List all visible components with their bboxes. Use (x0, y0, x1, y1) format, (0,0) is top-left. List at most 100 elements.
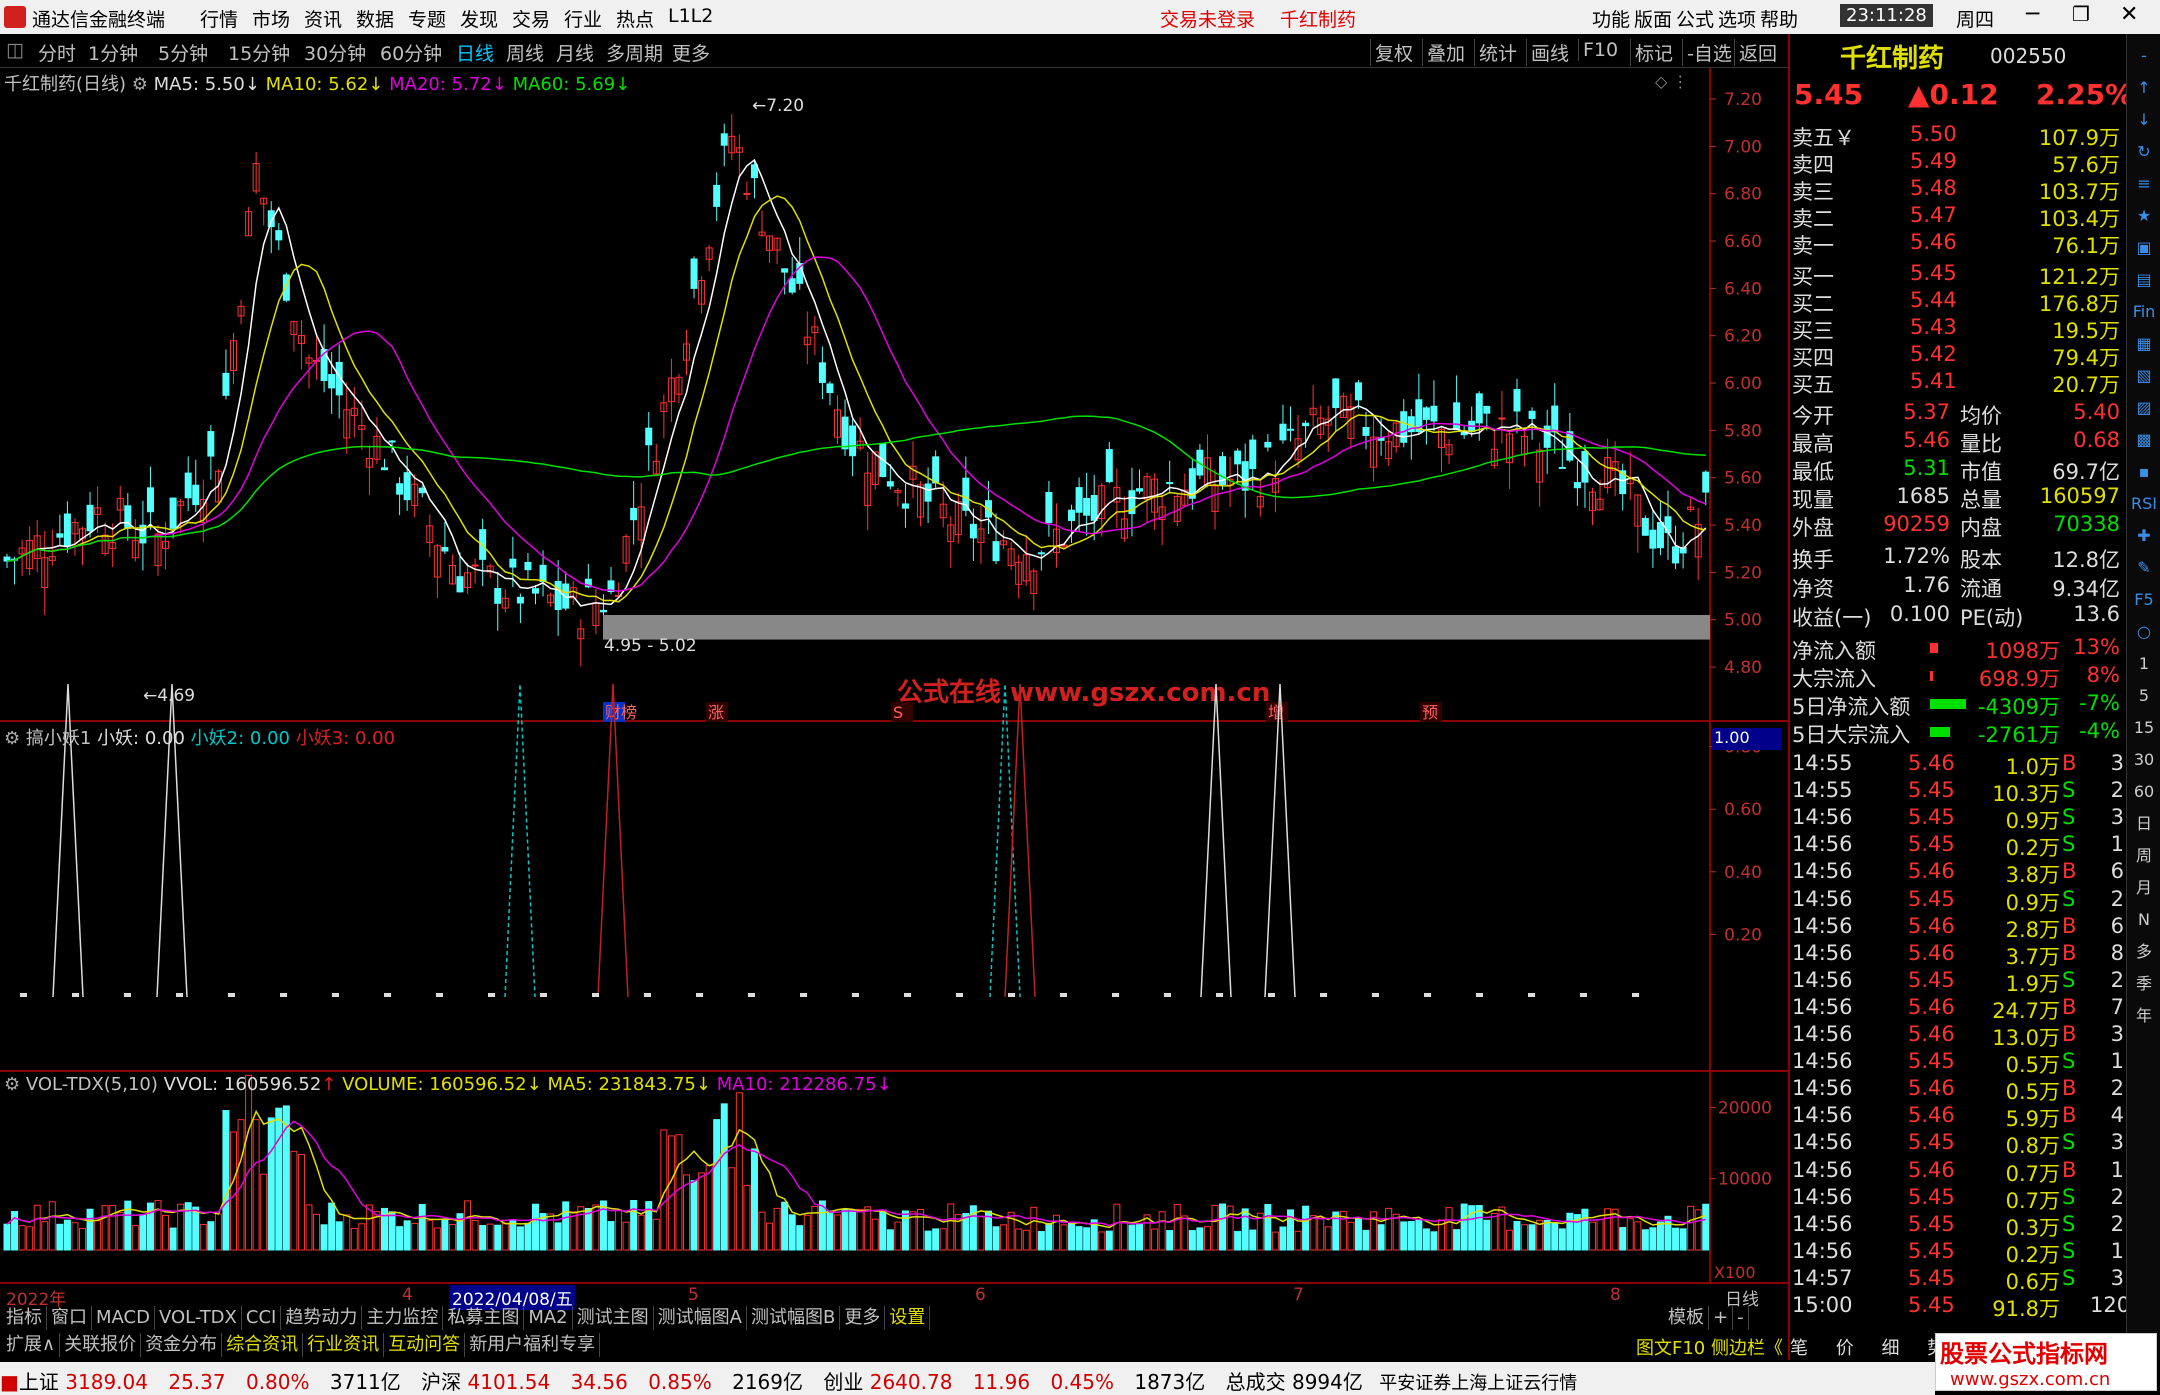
indicator-tab-2[interactable]: MACD (92, 1306, 155, 1330)
toggle-icon[interactable]: ◫ (6, 39, 24, 61)
chart-menu-icons[interactable]: ◇ ⋮ (1655, 72, 1688, 91)
side-icon-9[interactable]: ▦ (2129, 330, 2159, 358)
indicator-tab-11[interactable]: 测试幅图B (747, 1306, 841, 1330)
side-icon-1[interactable]: ↑ (2129, 74, 2159, 102)
info-tab-1[interactable]: 关联报价 (60, 1333, 142, 1357)
indicator-tab-3[interactable]: VOL-TDX (155, 1306, 242, 1330)
restore-icon[interactable]: ❐ (2072, 2, 2090, 26)
side-icon-19[interactable]: 1 (2129, 650, 2159, 678)
indicator-tab-12[interactable]: 更多 (840, 1306, 886, 1330)
period-tab-3[interactable]: 15分钟 (228, 39, 290, 66)
side-icon-26[interactable]: 月 (2129, 874, 2159, 902)
indicator-tab-7[interactable]: 私募主图 (443, 1306, 525, 1330)
side-icon-29[interactable]: 季 (2129, 970, 2159, 998)
side-icon-25[interactable]: 周 (2129, 842, 2159, 870)
side-icon-22[interactable]: 30 (2129, 746, 2159, 774)
side-icon-21[interactable]: 15 (2129, 714, 2159, 742)
index-cy-name[interactable]: 创业 (823, 1370, 863, 1394)
period-tab-4[interactable]: 30分钟 (304, 39, 366, 66)
tool-4[interactable]: F10 (1578, 39, 1618, 61)
indicator-tab-5[interactable]: 趋势动力 (281, 1306, 363, 1330)
tab-jia[interactable]: 价 (1836, 1338, 1854, 1359)
indicator-tab-4[interactable]: CCI (242, 1306, 282, 1330)
template-button[interactable]: 模板 (1664, 1306, 1709, 1330)
indicator-tab-10[interactable]: 测试幅图A (654, 1306, 747, 1330)
menu-item-3[interactable]: 数据 (356, 5, 394, 32)
period-tab-1[interactable]: 1分钟 (88, 39, 138, 66)
info-tab-4[interactable]: 行业资讯 (303, 1333, 385, 1357)
indicator-settings-icon[interactable]: ⚙ (4, 728, 20, 749)
tab-bi[interactable]: 笔 (1790, 1338, 1808, 1359)
side-icon-10[interactable]: ▧ (2129, 362, 2159, 390)
side-icon-7[interactable]: ▤ (2129, 266, 2159, 294)
menu-item-1[interactable]: 市场 (252, 5, 290, 32)
menu-item-7[interactable]: 行业 (564, 5, 602, 32)
side-icon-18[interactable]: ○ (2129, 618, 2159, 646)
side-icon-20[interactable]: 5 (2129, 682, 2159, 710)
info-tab-5[interactable]: 互动问答 (384, 1333, 466, 1357)
info-tab-6[interactable]: 新用户福利专享 (465, 1333, 601, 1357)
side-icon-2[interactable]: ↓ (2129, 106, 2159, 134)
side-icon-14[interactable]: RSI (2129, 490, 2159, 518)
info-tab-2[interactable]: 资金分布 (141, 1333, 223, 1357)
side-icon-27[interactable]: N (2129, 906, 2159, 934)
indicator-tab-9[interactable]: 测试主图 (573, 1306, 654, 1330)
indicator-tab-1[interactable]: 窗口 (47, 1306, 92, 1330)
tool-3[interactable]: 画线 (1526, 39, 1569, 66)
side-icon-0[interactable]: - (2129, 42, 2159, 70)
side-icon-3[interactable]: ↻ (2129, 138, 2159, 166)
indicator-tab-8[interactable]: MA2 (524, 1306, 573, 1330)
side-icon-15[interactable]: ✚ (2129, 522, 2159, 550)
volume-settings-icon[interactable]: ⚙ (4, 1074, 20, 1095)
menu-item-8[interactable]: 热点 (616, 5, 654, 32)
side-icon-6[interactable]: ▣ (2129, 234, 2159, 262)
minimize-icon[interactable]: ─ (2026, 2, 2039, 27)
side-icon-13[interactable]: ▪ (2129, 458, 2159, 486)
menu-item-9[interactable]: L1L2 (668, 5, 713, 27)
side-icon-23[interactable]: 60 (2129, 778, 2159, 806)
tool-6[interactable]: -自选 (1682, 39, 1732, 66)
tab-xi[interactable]: 细 (1881, 1338, 1899, 1359)
period-tab-10[interactable]: 更多 (672, 39, 710, 66)
menu-item-6[interactable]: 交易 (512, 5, 550, 32)
period-tab-9[interactable]: 多周期 (606, 39, 663, 66)
remove-icon[interactable]: - (1733, 1306, 1749, 1330)
side-icon-28[interactable]: 多 (2129, 938, 2159, 966)
side-icon-12[interactable]: ▩ (2129, 426, 2159, 454)
side-icon-11[interactable]: ▨ (2129, 394, 2159, 422)
tool-0[interactable]: 复权 (1370, 39, 1413, 66)
close-icon[interactable]: ✕ (2120, 2, 2138, 27)
side-icon-30[interactable]: 年 (2129, 1002, 2159, 1030)
chart-svg[interactable]: 7.20 7.00 6.80 6.60 6.40 6.20 6.00 5.80 5.60 5.40… (0, 68, 1788, 1318)
side-icon-8[interactable]: Fin (2129, 298, 2159, 326)
indicator-tab-0[interactable]: 指标 (2, 1306, 47, 1330)
right-menu-item-4[interactable]: 帮助 (1760, 5, 1798, 32)
add-icon[interactable]: + (1709, 1306, 1734, 1330)
side-icon-5[interactable]: ★ (2129, 202, 2159, 230)
period-tab-0[interactable]: 分时 (38, 39, 76, 66)
settings-icon[interactable]: ⚙ (132, 74, 148, 95)
trade-status[interactable]: 交易未登录 (1160, 5, 1255, 32)
right-menu-item-1[interactable]: 版面 (1634, 5, 1672, 32)
period-tab-7[interactable]: 周线 (506, 39, 544, 66)
menu-item-5[interactable]: 发现 (460, 5, 498, 32)
indicator-tab-13[interactable]: 设置 (885, 1306, 931, 1330)
period-tab-2[interactable]: 5分钟 (158, 39, 208, 66)
indicator-tab-6[interactable]: 主力监控 (362, 1306, 444, 1330)
right-menu-item-3[interactable]: 选项 (1718, 5, 1756, 32)
tool-5[interactable]: 标记 (1630, 39, 1673, 66)
menu-item-4[interactable]: 专题 (408, 5, 446, 32)
tool-1[interactable]: 叠加 (1422, 39, 1465, 66)
side-icon-24[interactable]: 日 (2129, 810, 2159, 838)
period-tab-5[interactable]: 60分钟 (380, 39, 442, 66)
period-tab-6[interactable]: 日线 (456, 39, 494, 66)
side-icon-4[interactable]: ≡ (2129, 170, 2159, 198)
info-tab-3[interactable]: 综合资讯 (222, 1333, 304, 1357)
right-menu-item-2[interactable]: 公式 (1676, 5, 1714, 32)
index-sh-name[interactable]: 上证 (19, 1370, 59, 1394)
sidebar-tab[interactable]: 侧边栏《 (1711, 1338, 1783, 1359)
side-icon-16[interactable]: ✎ (2129, 554, 2159, 582)
f10-tab[interactable]: 图文F10 (1636, 1338, 1705, 1359)
tool-7[interactable]: 返回 (1734, 39, 1777, 66)
tool-2[interactable]: 统计 (1474, 39, 1517, 66)
